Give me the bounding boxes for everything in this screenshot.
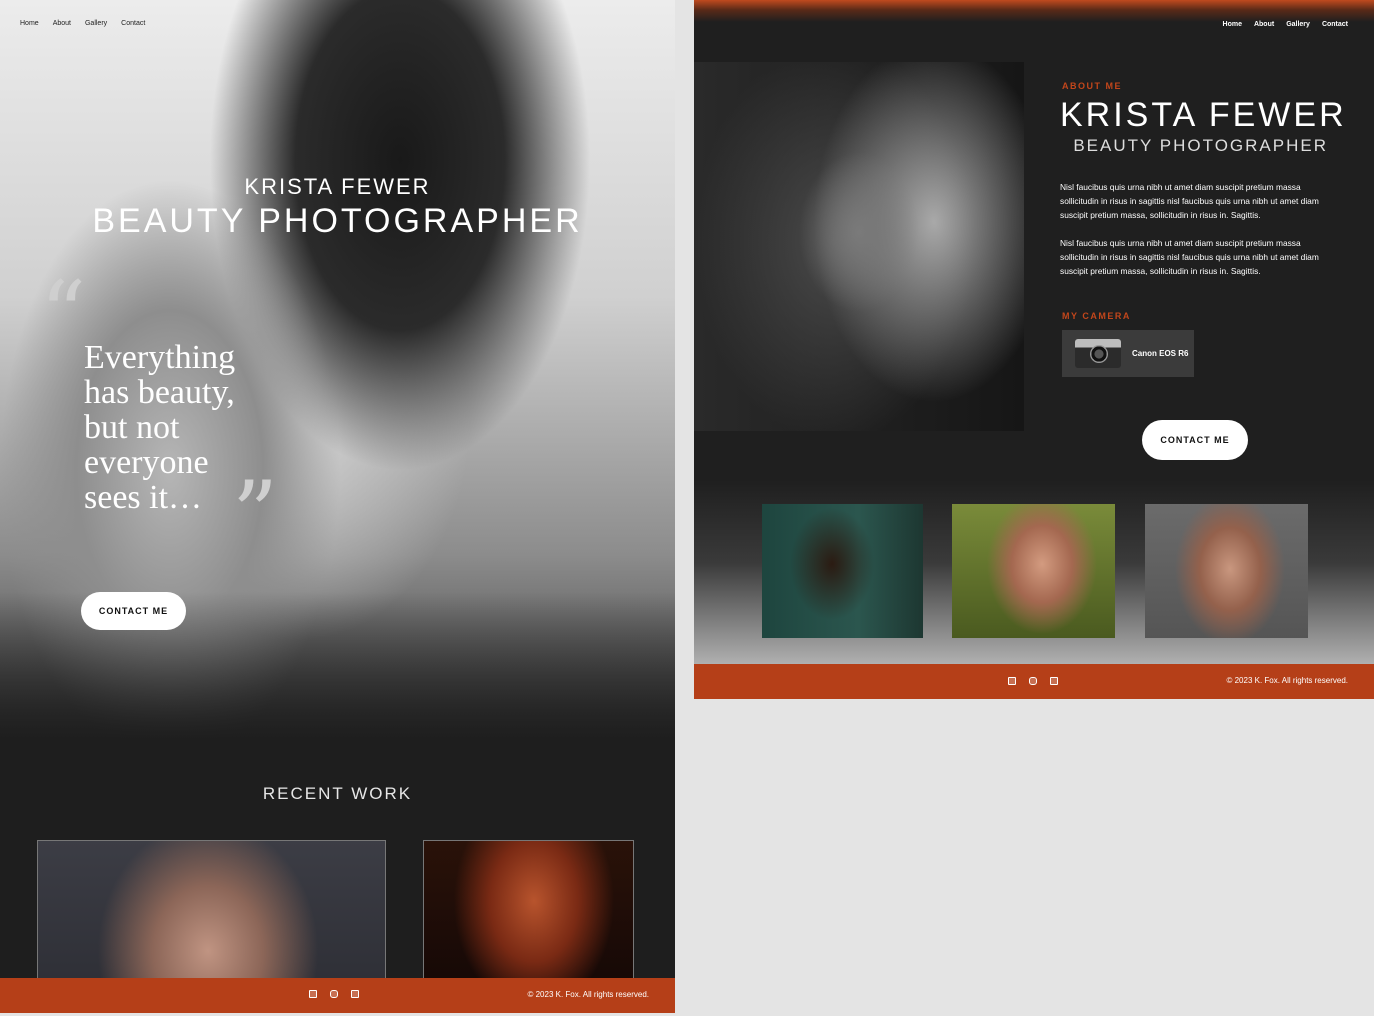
facebook-icon[interactable] [309, 990, 317, 998]
nav-contact[interactable]: Contact [121, 20, 145, 27]
social-icons [309, 990, 359, 998]
nav-about[interactable]: About [53, 20, 71, 27]
nav-gallery[interactable]: Gallery [1286, 21, 1310, 28]
recent-work-heading: RECENT WORK [262, 784, 413, 803]
contact-me-button[interactable]: CONTACT ME [81, 592, 186, 630]
recent-work-image[interactable] [423, 840, 634, 990]
nav-contact[interactable]: Contact [1322, 21, 1348, 28]
about-paragraph: Nisl faucibus quis urna nibh ut amet dia… [1060, 238, 1319, 276]
about-page: Home About Gallery Contact ABOUT ME KRIS… [694, 0, 1374, 699]
about-title: BEAUTY PHOTOGRAPHER [1073, 136, 1328, 155]
recent-work-image[interactable] [37, 840, 386, 990]
footer: © 2023 K. Fox. All rights reserved. [694, 664, 1374, 699]
main-nav: Home About Gallery Contact [20, 20, 145, 27]
nav-about[interactable]: About [1254, 21, 1274, 28]
camera-label: MY CAMERA [1062, 311, 1131, 321]
nav-gallery[interactable]: Gallery [85, 20, 107, 27]
quote-open-mark: “ [40, 262, 87, 367]
hero-title: BEAUTY PHOTOGRAPHER [92, 202, 583, 240]
contact-me-button[interactable]: CONTACT ME [1142, 420, 1248, 460]
portrait-photo [694, 62, 1024, 431]
top-accent-bar [694, 0, 1374, 22]
gallery-image[interactable] [952, 504, 1115, 638]
gallery-image[interactable] [762, 504, 923, 638]
instagram-icon[interactable] [1029, 677, 1037, 685]
camera-icon [1075, 339, 1121, 368]
camera-name: Canon EOS R6 [1132, 349, 1189, 358]
nav-home[interactable]: Home [1223, 21, 1242, 28]
home-page: Home About Gallery Contact KRISTA FEWER … [0, 0, 675, 1013]
about-label: ABOUT ME [1062, 81, 1122, 91]
copyright: © 2023 K. Fox. All rights reserved. [1226, 676, 1348, 685]
linkedin-icon[interactable] [1050, 677, 1058, 685]
hero-name: KRISTA FEWER [244, 174, 431, 199]
instagram-icon[interactable] [330, 990, 338, 998]
nav-home[interactable]: Home [20, 20, 39, 27]
gallery-image[interactable] [1145, 504, 1308, 638]
facebook-icon[interactable] [1008, 677, 1016, 685]
main-nav: Home About Gallery Contact [1223, 21, 1348, 28]
about-name: KRISTA FEWER [1060, 96, 1347, 134]
copyright: © 2023 K. Fox. All rights reserved. [527, 990, 649, 999]
social-icons [1008, 677, 1058, 685]
about-paragraph: Nisl faucibus quis urna nibh ut amet dia… [1060, 182, 1319, 220]
camera-card: Canon EOS R6 [1062, 330, 1194, 377]
footer: © 2023 K. Fox. All rights reserved. [0, 978, 675, 1013]
linkedin-icon[interactable] [351, 990, 359, 998]
quote-close-mark: ” [232, 462, 279, 567]
